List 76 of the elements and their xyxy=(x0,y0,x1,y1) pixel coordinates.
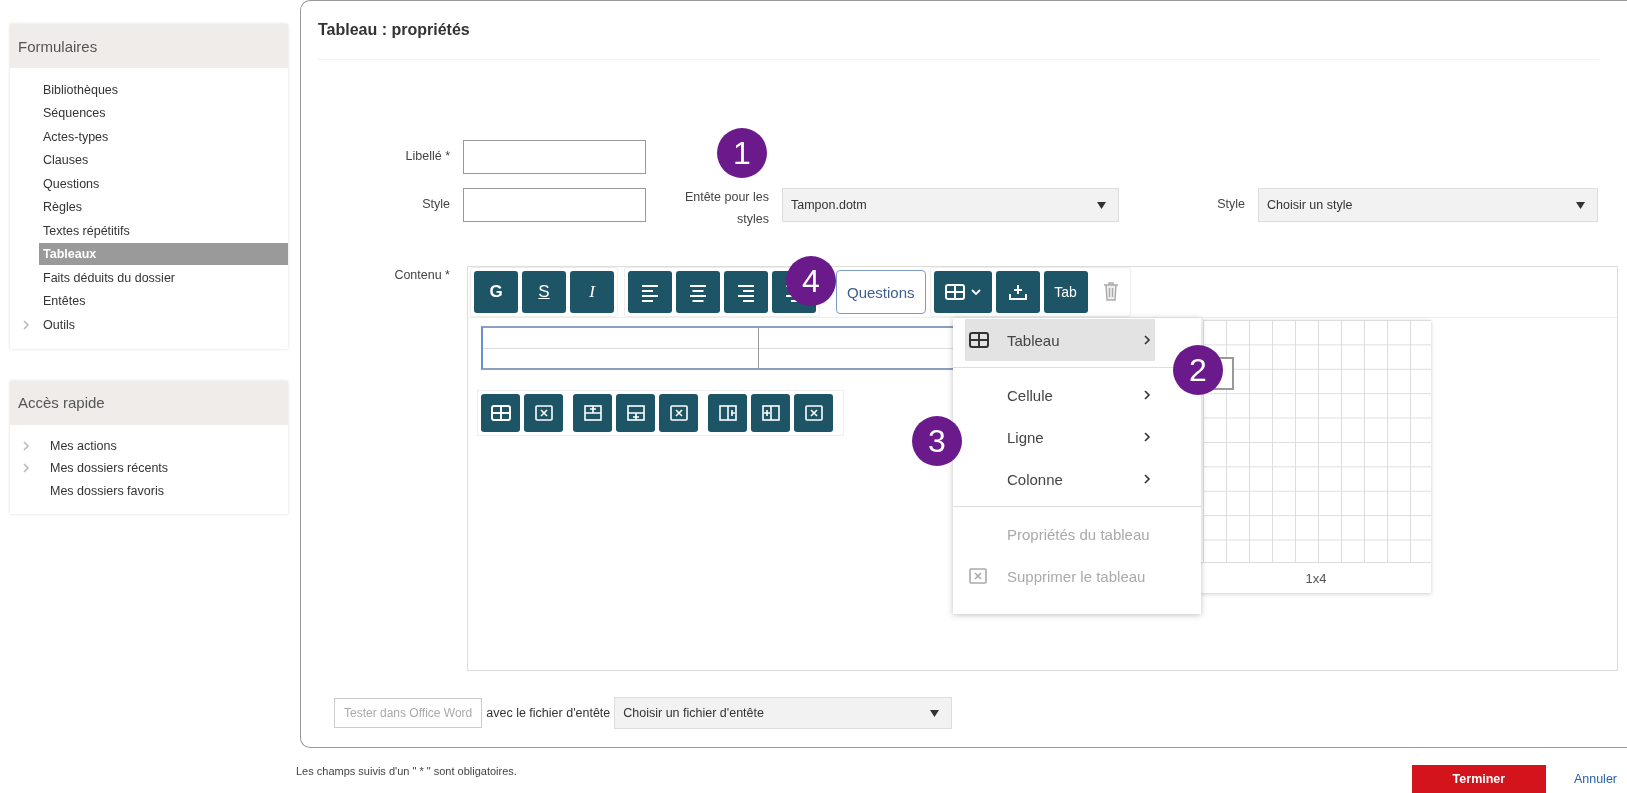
field-label: Style xyxy=(421,196,450,211)
dropdown-arrow-icon xyxy=(1097,201,1106,209)
bold-button[interactable]: G xyxy=(474,271,518,313)
table-dropdown-button[interactable] xyxy=(933,271,992,313)
sidebar-item[interactable]: Mes dossiers favoris xyxy=(46,479,288,502)
questions-button[interactable]: Questions xyxy=(836,270,926,314)
insert-row-below-button[interactable] xyxy=(616,394,655,432)
align-center-button[interactable] xyxy=(676,271,720,313)
italic-button[interactable]: I xyxy=(570,271,614,313)
field-label: Style xyxy=(1216,196,1245,211)
select-field[interactable]: Choisir un fichier d'entête xyxy=(614,697,953,729)
required-fields-note: Les champs suivis d'un " * " sont obligatoires. xyxy=(296,764,518,777)
finish-button[interactable]: Terminer xyxy=(1411,764,1546,793)
panel-header: Accès rapide xyxy=(10,380,288,425)
delete-row-button[interactable] xyxy=(659,394,698,432)
input-field[interactable] xyxy=(463,188,646,222)
dropdown-arrow-icon xyxy=(930,709,940,717)
sidebar-item[interactable]: Mes dossiers récents xyxy=(46,457,288,480)
sidebar-item[interactable]: Actes-types xyxy=(39,125,288,148)
sidebar-item[interactable]: Textes répétitifs xyxy=(39,219,288,242)
insert-row-above-button[interactable] xyxy=(573,394,612,432)
select-field[interactable]: Choisir un style xyxy=(1258,188,1598,222)
chevron-icon xyxy=(1143,473,1151,485)
callout-number: 1 xyxy=(717,128,767,178)
menu-item[interactable]: Colonne xyxy=(965,458,1155,500)
upload-tray-icon xyxy=(1007,283,1028,301)
insert-row-icon xyxy=(626,405,645,421)
align-right-button[interactable] xyxy=(724,271,768,313)
table-properties-button[interactable] xyxy=(481,394,520,432)
sidebar-item[interactable]: Mes actions xyxy=(46,434,288,457)
callout-number: 4 xyxy=(786,256,836,306)
delete-table-icon xyxy=(534,405,553,421)
sidebar-item[interactable]: Entêtes xyxy=(39,290,288,313)
sidebar-item[interactable]: Outils xyxy=(39,313,288,336)
insert-column-left-button[interactable] xyxy=(708,394,747,432)
dropdown-arrow-icon xyxy=(1576,201,1585,209)
delete-icon xyxy=(969,568,987,584)
underline-button[interactable]: S xyxy=(522,271,566,313)
chevron-icon xyxy=(1143,334,1151,346)
insert-column-right-button[interactable] xyxy=(751,394,790,432)
delete-row-icon xyxy=(669,405,688,421)
select-field[interactable]: Tampon.dotm xyxy=(782,188,1119,222)
sidebar-item[interactable]: Faits déduits du dossier xyxy=(39,266,288,289)
field-label: Libellé * xyxy=(404,148,450,163)
callout-number: 3 xyxy=(912,416,962,466)
sidebar-item[interactable]: Séquences xyxy=(39,102,288,125)
input-field[interactable] xyxy=(463,140,646,174)
table-icon xyxy=(490,405,511,421)
insert-row-icon xyxy=(583,405,602,421)
chevron-icon xyxy=(1143,389,1151,401)
delete-table-button[interactable] xyxy=(524,394,563,432)
insert-button[interactable] xyxy=(995,271,1040,313)
menu-item[interactable]: Cellule xyxy=(965,374,1155,416)
table-icon xyxy=(944,284,965,300)
table-icon xyxy=(969,332,989,348)
field-label: avec le fichier d'entête xyxy=(486,706,611,720)
caret-icon xyxy=(970,288,981,296)
sidebar-item[interactable]: Bibliothèques xyxy=(39,78,288,101)
insert-column-icon xyxy=(718,405,737,421)
panel-header: Formulaires xyxy=(10,24,288,68)
sidebar-item[interactable]: Règles xyxy=(39,196,288,219)
menu-item[interactable]: Ligne xyxy=(965,416,1155,458)
field-label: Entête pour les styles xyxy=(683,189,769,228)
sidebar-item[interactable]: Questions xyxy=(39,172,288,195)
menu-item[interactable]: Tableau xyxy=(965,319,1155,361)
cancel-link[interactable]: Annuler xyxy=(1573,771,1617,786)
trash-icon xyxy=(1102,281,1119,301)
align-left-button[interactable] xyxy=(628,271,672,313)
delete-column-icon xyxy=(804,405,823,421)
delete-column-button[interactable] xyxy=(794,394,833,432)
insert-column-icon xyxy=(761,405,780,421)
chevron-icon xyxy=(1143,431,1151,443)
tab-button[interactable]: Tab xyxy=(1043,271,1088,313)
sidebar-item[interactable]: Clauses xyxy=(39,149,288,172)
page-title: Tableau : propriétés xyxy=(318,21,1599,60)
field-label: Contenu * xyxy=(393,267,450,284)
